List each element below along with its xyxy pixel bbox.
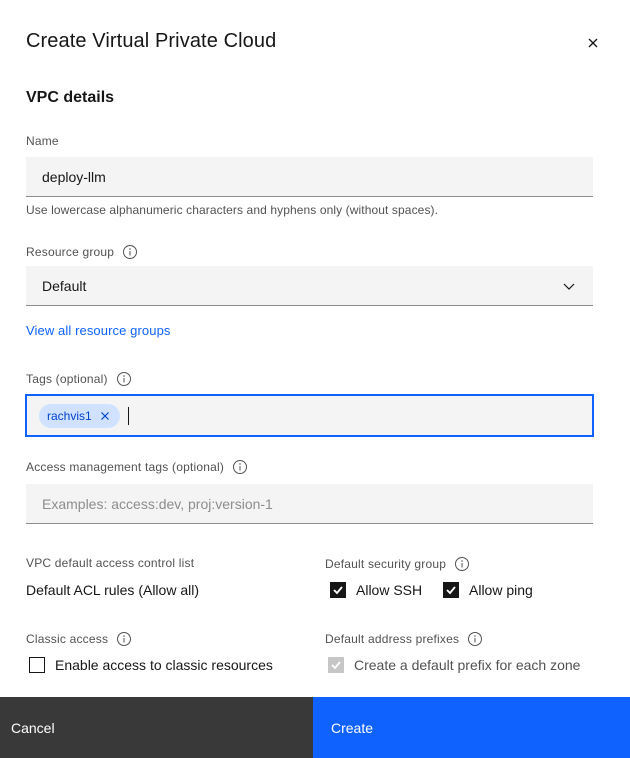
text-cursor — [127, 406, 129, 425]
access-tags-label-text: Access management tags (optional) — [26, 460, 225, 474]
security-group-label: Default security group — [325, 556, 470, 572]
classic-access-label: Classic access — [26, 631, 132, 647]
security-group-label-text: Default security group — [325, 557, 447, 571]
access-tags-input[interactable]: Examples: access:dev, proj:version-1 — [26, 484, 593, 524]
cancel-button-label: Cancel — [11, 719, 55, 736]
allow-ping-label: Allow ping — [469, 582, 533, 598]
access-tags-label: Access management tags (optional) — [26, 459, 248, 475]
checkbox-unchecked-icon[interactable] — [29, 657, 45, 673]
checkbox-checked-icon[interactable] — [443, 582, 459, 598]
checkbox-checked-icon[interactable] — [330, 582, 346, 598]
name-input[interactable]: deploy-llm — [26, 157, 593, 197]
acl-label-text: VPC default access control list — [26, 556, 195, 570]
acl-label: VPC default access control list — [26, 556, 194, 570]
info-icon[interactable] — [122, 244, 138, 260]
tags-label-text: Tags (optional) — [26, 372, 108, 386]
address-prefixes-label: Default address prefixes — [325, 631, 483, 647]
allow-ssh-checkbox[interactable]: Allow SSH — [330, 582, 422, 598]
chevron-down-icon — [561, 278, 577, 294]
address-prefix-checkbox: Create a default prefix for each zone — [328, 657, 580, 673]
cancel-button[interactable]: Cancel — [0, 697, 313, 758]
checkbox-checked-disabled-icon — [328, 657, 344, 673]
address-prefixes-label-text: Default address prefixes — [325, 632, 460, 646]
allow-ping-checkbox[interactable]: Allow ping — [443, 582, 533, 598]
info-icon[interactable] — [467, 631, 483, 647]
info-icon[interactable] — [232, 459, 248, 475]
tag-chip: rachvis1 — [39, 403, 120, 428]
create-button-label: Create — [331, 719, 374, 736]
create-button[interactable]: Create — [313, 697, 630, 758]
access-tags-placeholder: Examples: access:dev, proj:version-1 — [42, 495, 273, 512]
acl-value: Default ACL rules (Allow all) — [26, 582, 199, 598]
resource-group-label-text: Resource group — [26, 245, 115, 259]
close-icon[interactable] — [98, 409, 112, 423]
resource-group-label: Resource group — [26, 244, 138, 260]
resource-group-dropdown[interactable]: Default — [26, 266, 593, 306]
view-resource-groups-link[interactable]: View all resource groups — [26, 323, 171, 338]
classic-access-option-label: Enable access to classic resources — [55, 657, 273, 673]
classic-access-label-text: Classic access — [26, 632, 109, 646]
name-helper-text: Use lowercase alphanumeric characters an… — [26, 203, 439, 217]
dialog-title: Create Virtual Private Cloud — [26, 30, 277, 52]
tags-input[interactable]: rachvis1 — [25, 394, 594, 437]
info-icon[interactable] — [454, 556, 470, 572]
classic-access-checkbox[interactable]: Enable access to classic resources — [29, 657, 273, 673]
section-title: VPC details — [26, 89, 115, 106]
resource-group-selected: Default — [42, 277, 87, 294]
close-icon[interactable] — [587, 37, 599, 49]
info-icon[interactable] — [116, 631, 132, 647]
tag-chip-label: rachvis1 — [47, 408, 92, 423]
name-label-text: Name — [26, 134, 59, 148]
info-icon[interactable] — [116, 371, 132, 387]
close-button[interactable] — [580, 30, 606, 56]
address-prefix-option-label: Create a default prefix for each zone — [354, 657, 581, 673]
name-label: Name — [26, 134, 59, 148]
name-input-value: deploy-llm — [42, 168, 106, 185]
tags-label: Tags (optional) — [26, 371, 132, 387]
allow-ssh-label: Allow SSH — [356, 582, 423, 598]
